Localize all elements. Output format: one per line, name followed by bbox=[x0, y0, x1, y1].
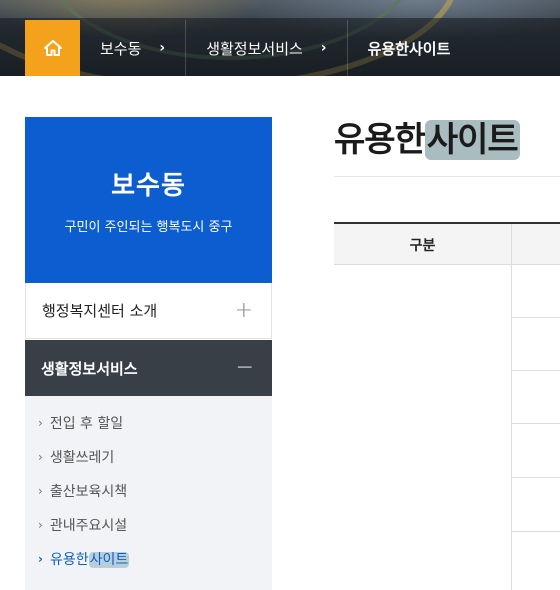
minus-icon: − bbox=[235, 355, 254, 380]
submenu-item-label: 관내주요시설 bbox=[49, 518, 128, 534]
sidebar-submenu: › 전입 후 할일 › 생활쓰레기 › 출산보육시책 › 관내주요시설 › 유용… bbox=[25, 396, 272, 590]
column-header-category: 구분 bbox=[409, 237, 436, 254]
table-row bbox=[512, 370, 560, 371]
sites-table bbox=[334, 265, 560, 590]
submenu-item-useful-sites[interactable]: › 유용한사이트 bbox=[25, 542, 272, 576]
sidebar-title: 보수동 bbox=[111, 171, 186, 201]
breadcrumb-item-life-info[interactable]: 생활정보서비스 › bbox=[185, 20, 346, 76]
chevron-right-icon: › bbox=[38, 518, 43, 532]
home-button[interactable] bbox=[25, 20, 80, 76]
label-part: 유용한 bbox=[49, 552, 89, 568]
submenu-item-move-in[interactable]: › 전입 후 할일 bbox=[25, 406, 272, 440]
sidebar-item-label: 생활정보서비스 bbox=[41, 359, 138, 378]
table-row bbox=[512, 317, 560, 318]
divider bbox=[511, 265, 512, 590]
chevron-right-icon: › bbox=[38, 450, 43, 464]
sidebar-header: 보수동 구민이 주인되는 행복도시 중구 bbox=[25, 117, 272, 283]
breadcrumb-label: 보수동 bbox=[100, 39, 142, 58]
highlighted-text: 사이트 bbox=[88, 552, 130, 568]
breadcrumb-label: 유용한사이트 bbox=[367, 39, 451, 58]
sidebar-item-label: 행정복지센터 소개 bbox=[42, 302, 158, 320]
submenu-item-garbage[interactable]: › 생활쓰레기 bbox=[25, 440, 272, 474]
sidebar-subtitle: 구민이 주인되는 행복도시 중구 bbox=[64, 220, 233, 235]
sidebar-item-center-intro[interactable]: 행정복지센터 소개 + bbox=[25, 283, 272, 339]
submenu-item-facilities[interactable]: › 관내주요시설 bbox=[25, 508, 272, 542]
divider bbox=[511, 224, 512, 265]
table-row bbox=[512, 531, 560, 532]
sidebar-item-life-info[interactable]: 생활정보서비스 − bbox=[25, 340, 272, 396]
table-header: 구분 bbox=[334, 222, 560, 265]
title-part: 유용한 bbox=[334, 120, 426, 160]
submenu-item-label: 출산보육시책 bbox=[49, 484, 128, 500]
table-row bbox=[512, 477, 560, 478]
chevron-right-icon: › bbox=[38, 416, 43, 430]
divider bbox=[334, 176, 560, 177]
submenu-item-label: 전입 후 할일 bbox=[49, 416, 124, 432]
page-title: 유용한사이트 bbox=[334, 112, 520, 161]
chevron-right-icon: › bbox=[159, 40, 166, 56]
breadcrumb-item-bosudong[interactable]: 보수동 › bbox=[80, 20, 185, 76]
breadcrumb-label: 생활정보서비스 bbox=[206, 39, 303, 58]
highlighted-text: 사이트 bbox=[424, 120, 520, 160]
breadcrumb: 보수동 › 생활정보서비스 › 유용한사이트 bbox=[80, 20, 470, 76]
home-icon bbox=[43, 40, 62, 56]
plus-icon: + bbox=[234, 297, 253, 323]
chevron-right-icon: › bbox=[320, 40, 327, 56]
header-banner: 보수동 › 생활정보서비스 › 유용한사이트 bbox=[0, 0, 560, 76]
table-row bbox=[512, 423, 560, 424]
submenu-item-label: 유용한사이트 bbox=[49, 549, 130, 569]
submenu-item-childcare[interactable]: › 출산보육시책 bbox=[25, 474, 272, 508]
chevron-right-icon: › bbox=[38, 552, 43, 566]
breadcrumb-item-useful-sites[interactable]: 유용한사이트 bbox=[346, 20, 471, 76]
chevron-right-icon: › bbox=[38, 484, 43, 498]
submenu-item-label: 생활쓰레기 bbox=[49, 450, 115, 466]
